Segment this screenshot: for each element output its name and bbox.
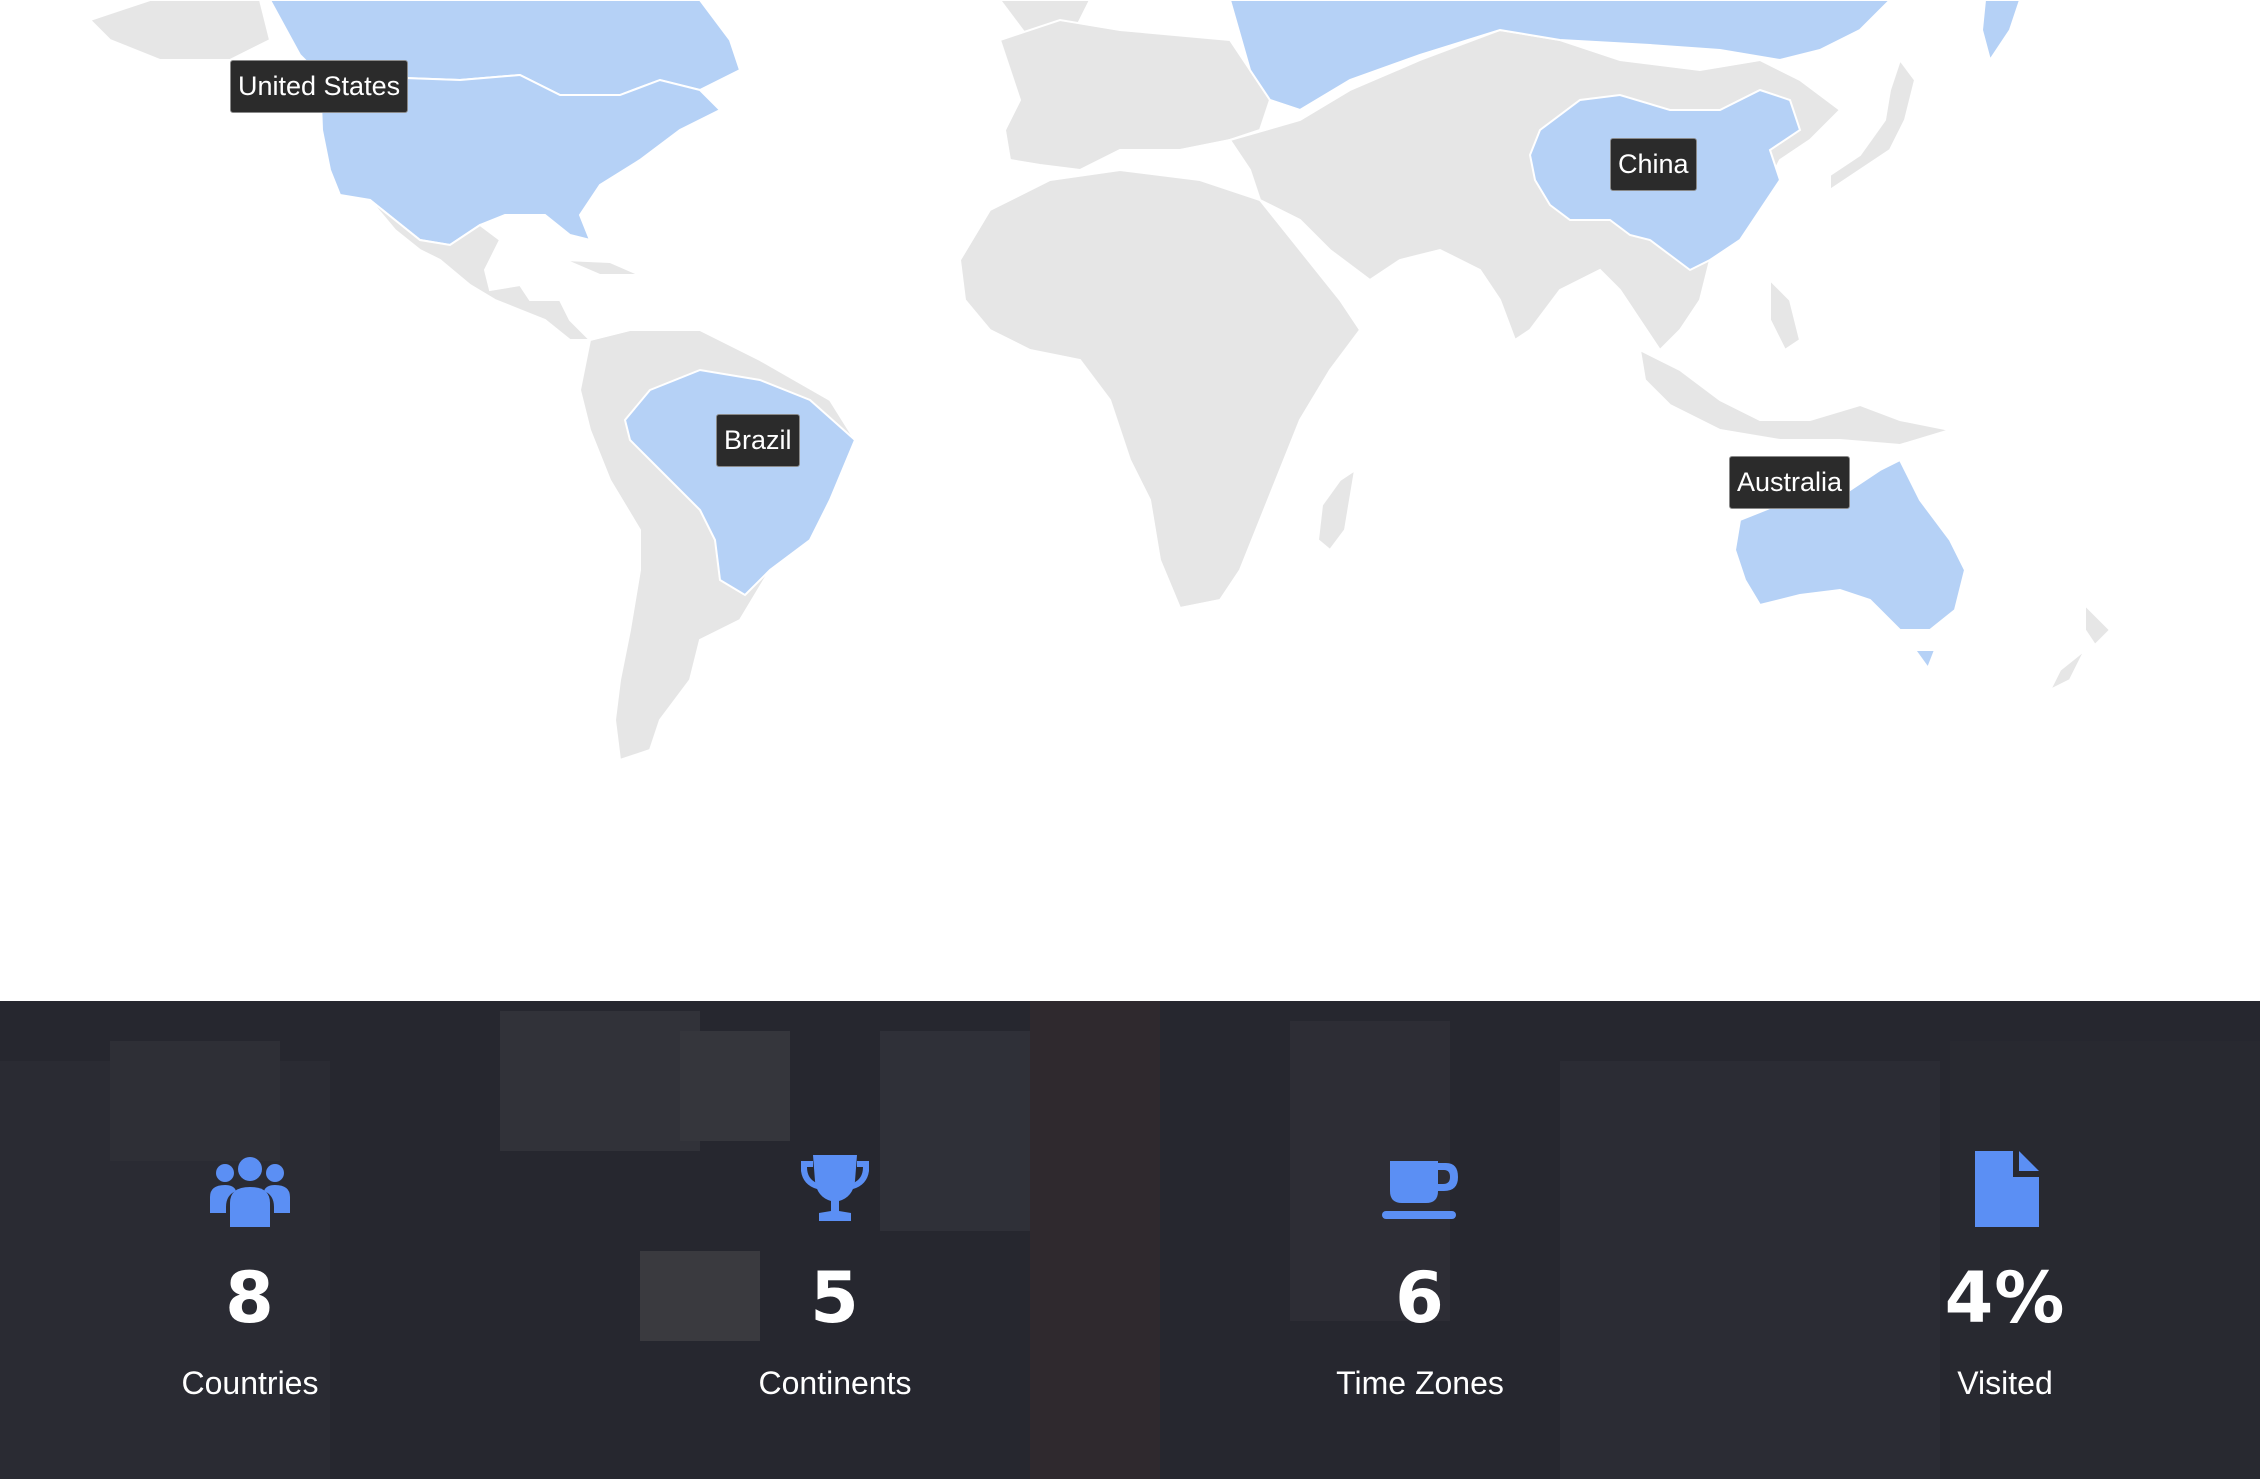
stat-countries: 8 Countries bbox=[50, 1151, 450, 1399]
users-icon bbox=[210, 1157, 290, 1227]
country-australia-tasmania[interactable] bbox=[1913, 649, 1937, 671]
stat-continents: 5 Continents bbox=[635, 1151, 1035, 1399]
stat-visited-value: 4% bbox=[1944, 1257, 2066, 1339]
coffee-cup-icon bbox=[1382, 1161, 1458, 1219]
country-madagascar[interactable] bbox=[1316, 467, 1357, 552]
map-label-china: China bbox=[1610, 138, 1697, 191]
visited-countries-map: United States China Brazil Australia bbox=[0, 0, 2260, 1001]
document-icon bbox=[1975, 1151, 2039, 1227]
map-label-united-states: United States bbox=[230, 60, 409, 113]
country-japan[interactable] bbox=[1829, 57, 1917, 192]
southeast-asia-islands[interactable] bbox=[1638, 348, 1951, 447]
trophy-icon bbox=[801, 1155, 869, 1221]
map-label-australia: Australia bbox=[1729, 456, 1851, 509]
stat-countries-label: Countries bbox=[181, 1365, 319, 1401]
map-label-brazil: Brazil bbox=[716, 414, 800, 467]
stat-continents-value: 5 bbox=[810, 1257, 860, 1339]
stat-visited: 4% Visited bbox=[1805, 1151, 2205, 1399]
country-russia-sakhalin[interactable] bbox=[1980, 0, 2022, 63]
europe[interactable] bbox=[998, 18, 1272, 172]
stat-continents-label: Continents bbox=[758, 1365, 912, 1401]
travel-stats-section: 8 Countries 5 Continents 6 Time Zones 4%… bbox=[0, 1001, 2260, 1479]
stat-countries-value: 8 bbox=[225, 1257, 275, 1339]
stat-time-zones-label: Time Zones bbox=[1336, 1365, 1504, 1401]
stat-visited-label: Visited bbox=[1957, 1365, 2053, 1401]
country-new-zealand[interactable] bbox=[2047, 602, 2112, 693]
stat-time-zones-value: 6 bbox=[1395, 1257, 1445, 1339]
country-canada-north[interactable] bbox=[88, 0, 272, 61]
country-philippines[interactable] bbox=[1769, 277, 1802, 352]
world-map bbox=[88, 0, 2112, 762]
africa[interactable] bbox=[958, 168, 1362, 610]
stat-time-zones: 6 Time Zones bbox=[1220, 1151, 1620, 1399]
country-cuba[interactable] bbox=[564, 259, 641, 276]
